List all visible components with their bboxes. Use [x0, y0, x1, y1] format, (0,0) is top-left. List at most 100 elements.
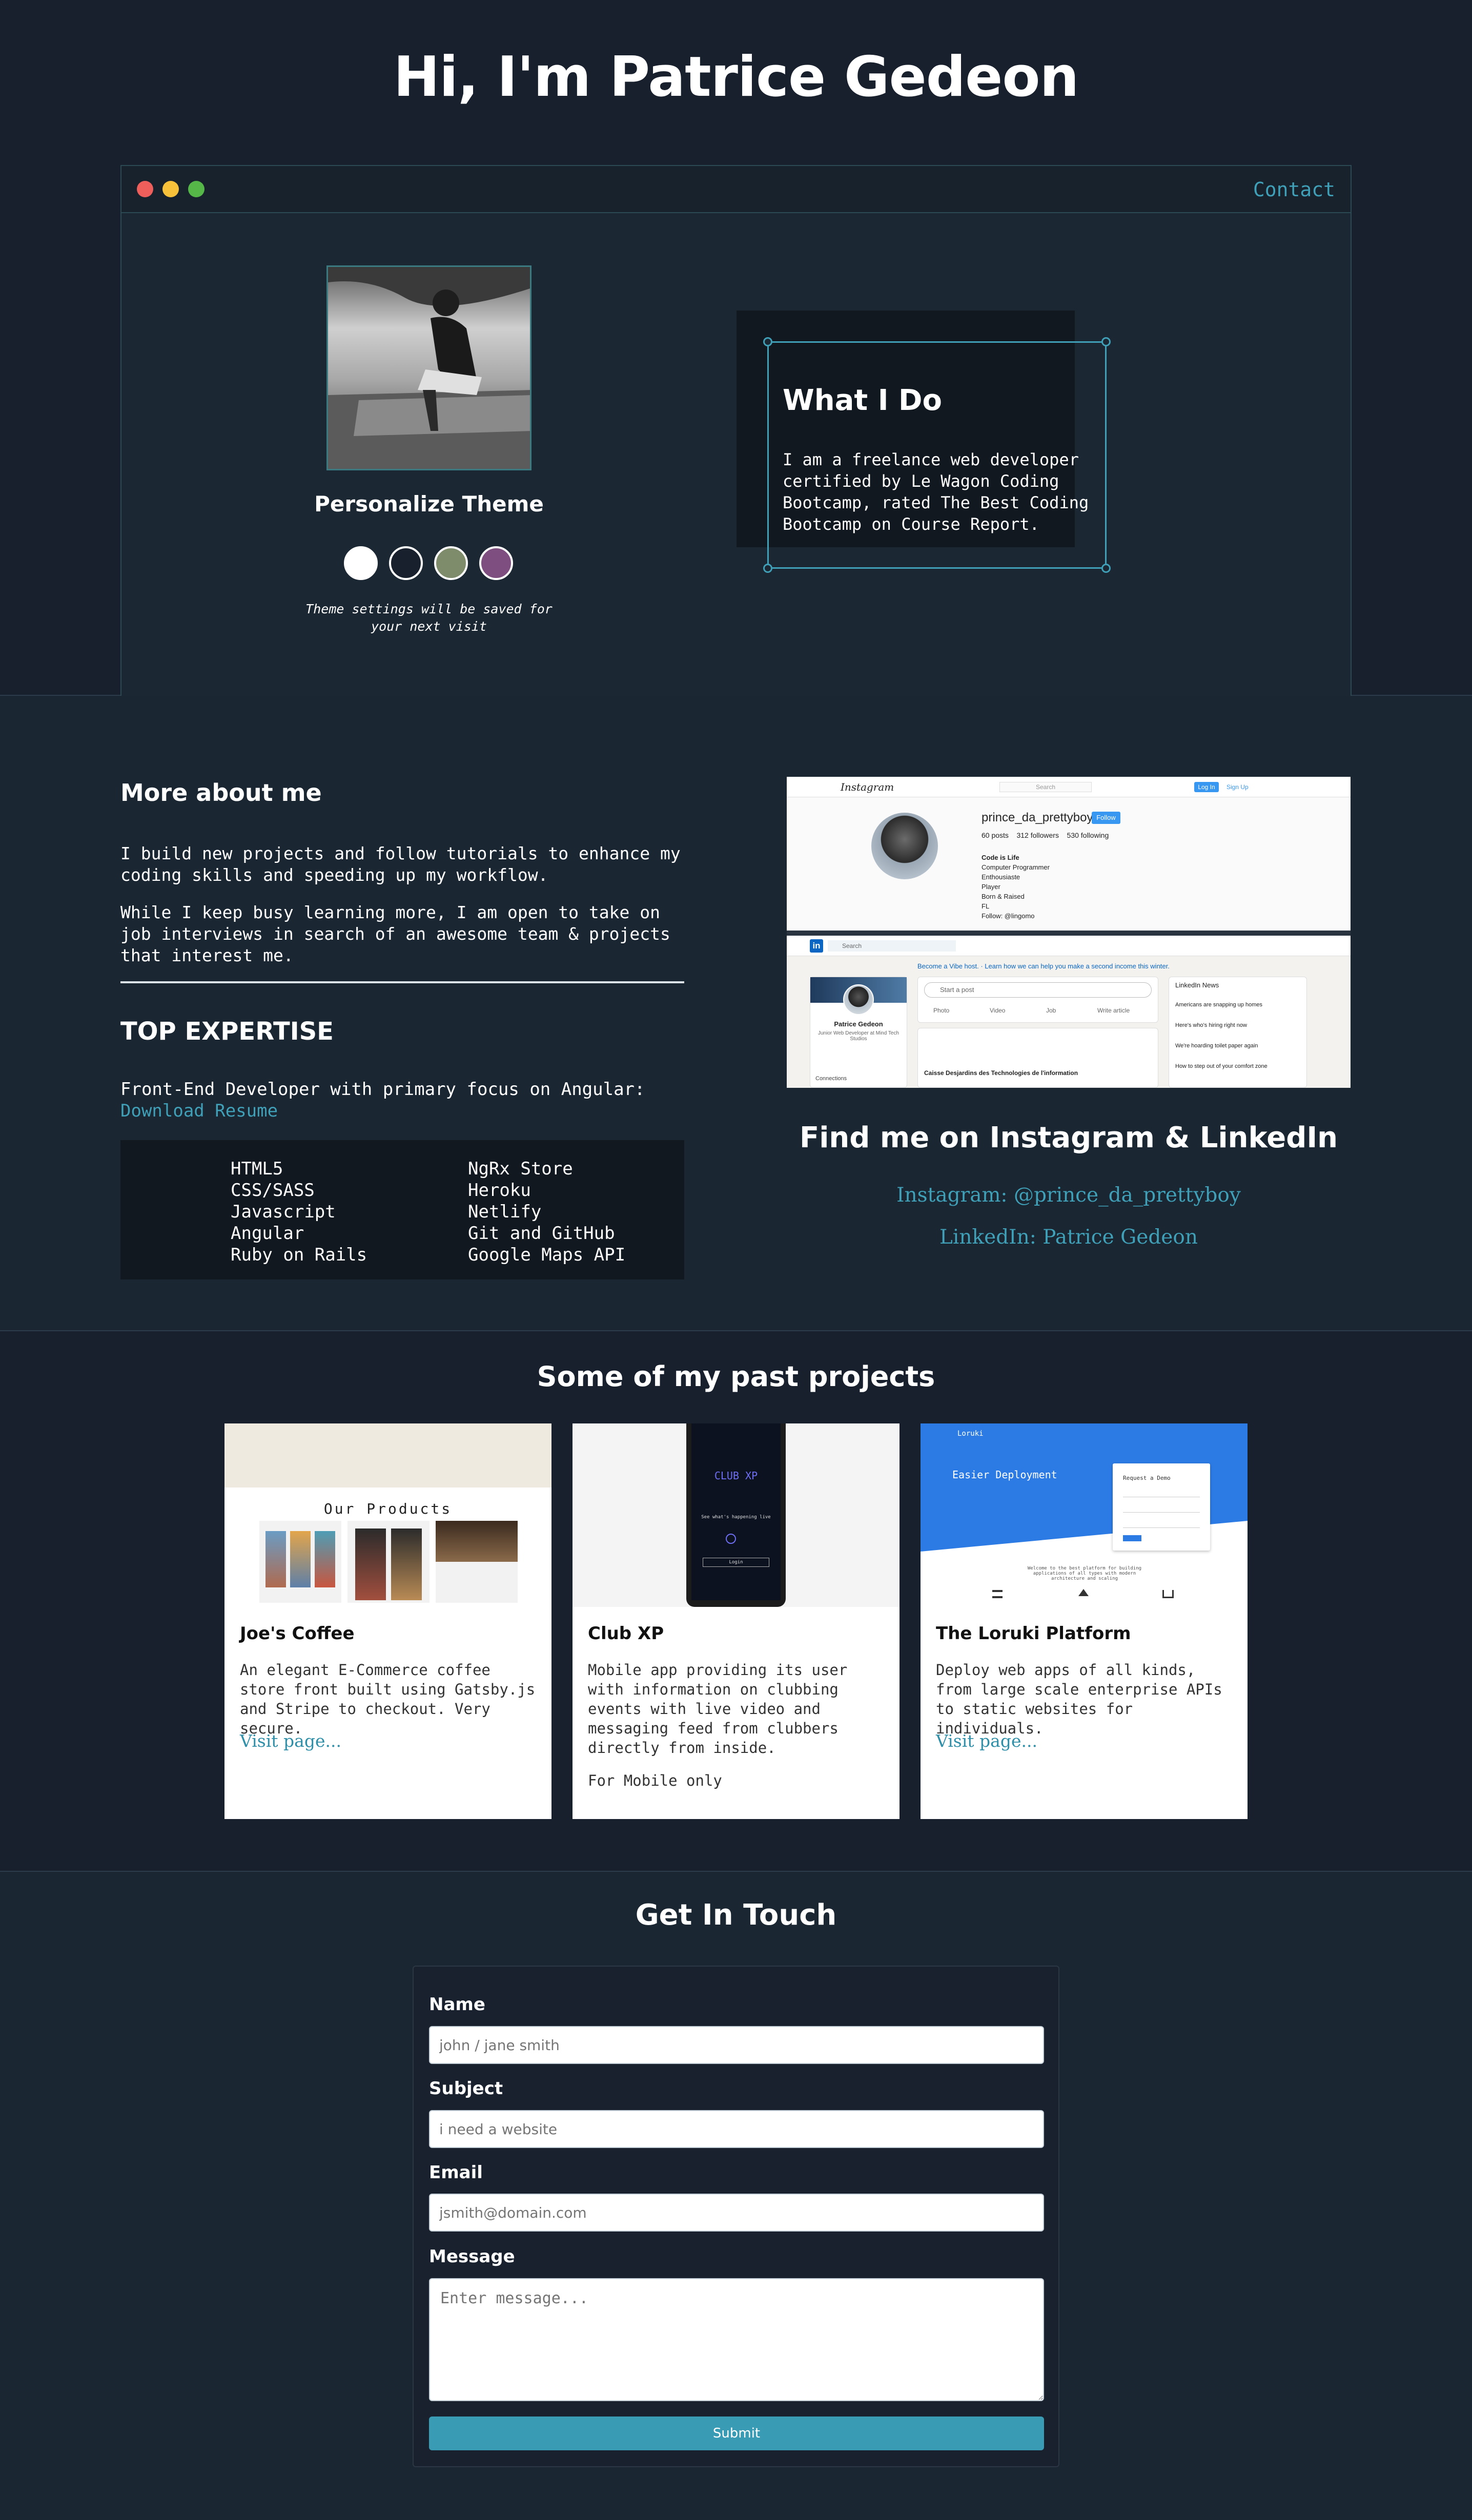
- project-card-loruki: Loruki Easier Deployment Request a Demo …: [921, 1423, 1248, 1819]
- bio-line: Enthousiaste: [982, 873, 1020, 881]
- expertise-focus-text: Front-End Developer with primary focus o…: [120, 1079, 645, 1100]
- corner-handle-icon: [763, 564, 772, 573]
- instagram-link[interactable]: Instagram: @prince_da_prettyboy: [787, 1184, 1351, 1207]
- skill-item: Ruby on Rails: [231, 1245, 367, 1265]
- projects-title: Some of my past projects: [537, 1360, 935, 1393]
- linkedin-start-post: Start a post: [924, 982, 1152, 998]
- instagram-avatar: [871, 813, 938, 879]
- theme-swatch-dark[interactable]: [389, 546, 423, 580]
- linkedin-feed-card: Caisse Desjardins des Technologies de l'…: [917, 1028, 1158, 1088]
- product-thumb: [347, 1521, 430, 1603]
- project-card-joes-coffee: Our Products Joe's Coffee An elegant E-C…: [224, 1423, 551, 1819]
- instagram-username: prince_da_prettyboy: [982, 811, 1093, 824]
- about-paragraph-2: While I keep busy learning more, I am op…: [120, 902, 670, 965]
- bio-line: Computer Programmer: [982, 863, 1050, 871]
- skill-item: Javascript: [231, 1202, 336, 1222]
- bio-line: Born & Raised: [982, 893, 1025, 900]
- browser-window-mockup: Contact Personalize Theme Theme settings…: [120, 165, 1352, 696]
- what-i-do-text: I am a freelance web developer certified…: [783, 450, 1089, 534]
- image-subtitle: See what's happening live: [701, 1515, 771, 1520]
- linkedin-profile-card: Patrice Gedeon Junior Web Developer at M…: [810, 977, 907, 1088]
- image-header-strip: [224, 1423, 551, 1488]
- contact-link[interactable]: Contact: [1253, 178, 1335, 201]
- screenshot-separator: [787, 931, 1351, 936]
- skills-right-column: NgRx Store Heroku Netlify Git and GitHub…: [468, 1158, 625, 1266]
- bio-line: Player: [982, 883, 1000, 891]
- project-image: CLUB XP See what's happening live Login: [573, 1423, 899, 1607]
- name-label: Name: [429, 1994, 485, 2015]
- visit-page-link[interactable]: Visit page...: [936, 1731, 1037, 1751]
- linkedin-feed-item: Caisse Desjardins des Technologies de l'…: [924, 1069, 1078, 1077]
- email-input[interactable]: [429, 2194, 1044, 2232]
- linkedin-role: Junior Web Developer at Mind Tech Studio…: [817, 1030, 899, 1042]
- submit-button[interactable]: Submit: [429, 2416, 1044, 2450]
- corner-handle-icon: [763, 337, 772, 346]
- linkedin-link[interactable]: LinkedIn: Patrice Gedeon: [787, 1226, 1351, 1249]
- image-caption: Welcome to the best platform for buildin…: [1027, 1566, 1142, 1581]
- project-card-club-xp: CLUB XP See what's happening live Login …: [573, 1423, 899, 1819]
- image-form-title: Request a Demo: [1123, 1475, 1171, 1481]
- theme-swatch-purple[interactable]: [479, 546, 513, 580]
- corner-handle-icon: [1101, 564, 1111, 573]
- theme-swatch-light[interactable]: [344, 546, 378, 580]
- divider: [120, 981, 684, 983]
- contact-form: Name Subject Email Message Submit: [413, 1966, 1059, 2467]
- skill-item: Google Maps API: [468, 1245, 626, 1265]
- profile-photo: [326, 265, 531, 470]
- close-dot-icon: [137, 181, 153, 197]
- skill-item: Angular: [231, 1223, 304, 1244]
- image-button: Login: [703, 1558, 769, 1567]
- visit-page-link[interactable]: Visit page...: [240, 1731, 341, 1751]
- top-expertise-title: TOP EXPERTISE: [120, 1017, 334, 1046]
- project-title: Joe's Coffee: [240, 1623, 355, 1644]
- subject-input[interactable]: [429, 2110, 1044, 2148]
- image-heading: Easier Deployment: [952, 1469, 1057, 1481]
- linkedin-name: Patrice Gedeon: [834, 1020, 883, 1028]
- more-about-title: More about me: [120, 779, 322, 807]
- project-title: The Loruki Platform: [936, 1623, 1131, 1644]
- what-i-do-title: What I Do: [783, 384, 942, 417]
- find-me-title: Find me on Instagram & LinkedIn: [799, 1121, 1338, 1154]
- product-thumb: [436, 1521, 518, 1603]
- maximize-dot-icon: [188, 181, 205, 197]
- linkedin-news-title: LinkedIn News: [1175, 981, 1219, 989]
- bio-line: FL: [982, 902, 990, 910]
- news-item: Here's who's hiring right now: [1175, 1022, 1247, 1028]
- news-item: We're hoarding toilet paper again: [1175, 1043, 1258, 1049]
- project-title: Club XP: [588, 1623, 664, 1644]
- email-label: Email: [429, 2162, 483, 2183]
- download-resume-link[interactable]: Download Resume: [120, 1101, 278, 1121]
- news-item: How to step out of your comfort zone: [1175, 1063, 1267, 1069]
- message-label: Message: [429, 2246, 515, 2267]
- network-icon: [1162, 1590, 1174, 1598]
- project-description: Deploy web apps of all kinds, from large…: [936, 1661, 1222, 1737]
- instagram-login-button: Log In: [1194, 782, 1219, 792]
- linkedin-news-list: Americans are snapping up homes Here's w…: [1175, 995, 1303, 1077]
- image-heading: Our Products: [323, 1500, 453, 1517]
- project-image: Our Products: [224, 1423, 551, 1607]
- phone-mockup: CLUB XP See what's happening live Login: [686, 1423, 786, 1607]
- linkedin-avatar: [843, 984, 874, 1015]
- theme-note: Theme settings will be saved for your ne…: [305, 602, 553, 634]
- about-paragraph-1: I build new projects and follow tutorial…: [120, 843, 681, 885]
- skill-item: CSS/SASS: [231, 1180, 315, 1201]
- image-brand: Loruki: [957, 1430, 984, 1438]
- skill-item: NgRx Store: [468, 1159, 573, 1179]
- skill-item: Heroku: [468, 1180, 531, 1201]
- upload-icon: [1078, 1589, 1089, 1596]
- linkedin-action: Write article: [1097, 1007, 1130, 1014]
- message-textarea[interactable]: [429, 2278, 1044, 2401]
- name-input[interactable]: [429, 2026, 1044, 2064]
- linkedin-banner: Become a Vibe host. · Learn how we can h…: [917, 962, 1170, 970]
- theme-swatch-green[interactable]: [434, 546, 468, 580]
- project-image: Loruki Easier Deployment Request a Demo …: [921, 1423, 1248, 1607]
- social-screenshot: Instagram Search Log In Sign Up prince_d…: [787, 777, 1351, 1088]
- linkedin-screenshot: in Search Become a Vibe host. · Learn ho…: [787, 936, 1351, 1088]
- linkedin-search: Search: [828, 940, 956, 952]
- instagram-signup-link: Sign Up: [1226, 783, 1249, 791]
- skill-item: HTML5: [231, 1159, 283, 1179]
- linkedin-connections: Connections: [815, 1076, 847, 1082]
- skill-item: Netlify: [468, 1202, 542, 1222]
- linkedin-action: Video: [990, 1007, 1006, 1014]
- corner-handle-icon: [1101, 337, 1111, 346]
